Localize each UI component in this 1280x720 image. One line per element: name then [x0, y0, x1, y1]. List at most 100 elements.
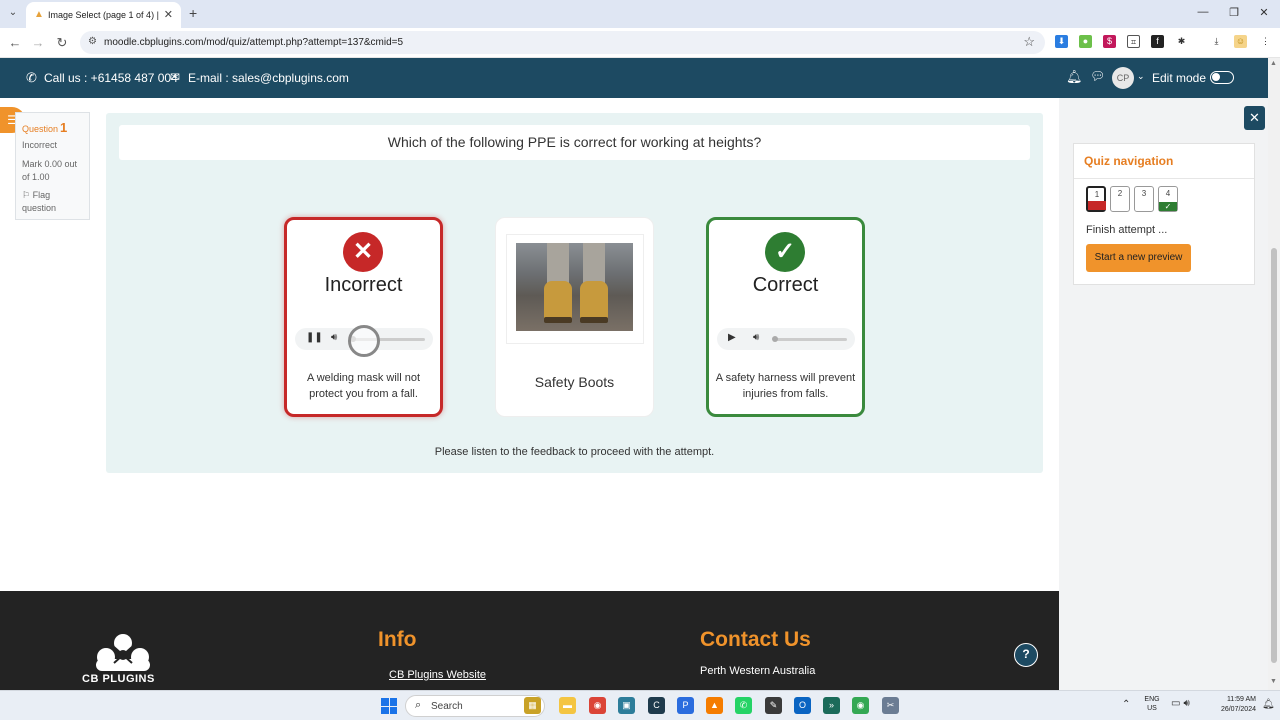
play-icon[interactable]: ▶ — [728, 332, 736, 343]
file-explorer-icon[interactable]: ▬ — [559, 697, 576, 714]
photo-frame — [506, 234, 644, 344]
answer-card-incorrect[interactable]: ✕ Incorrect ❚❚ 🔊︎ A welding mask will no… — [284, 217, 443, 417]
header-phone: Call us : +61458 487 004 — [44, 71, 178, 85]
quiz-nav-button-3[interactable]: 3 — [1134, 186, 1154, 212]
restore-icon[interactable]: ❐ — [1227, 6, 1241, 19]
chrome-alt-icon[interactable]: ◉ — [852, 697, 869, 714]
tab-list-chevron-icon[interactable]: ⌄ — [6, 7, 20, 21]
close-drawer-icon[interactable]: ✕ — [1244, 106, 1265, 130]
quiz-nav-number: 2 — [1117, 189, 1123, 198]
notes-app-icon[interactable]: ✎ — [765, 697, 782, 714]
help-question-icon[interactable]: ? — [1014, 643, 1038, 667]
audio-seek-handle[interactable] — [348, 325, 380, 357]
photo-leg-right — [583, 243, 605, 283]
terminal-icon[interactable]: » — [823, 697, 840, 714]
widget-icon[interactable]: ▦ — [524, 697, 541, 714]
footer-logo-text: CB PLUGINS — [82, 673, 155, 685]
chrome-icon[interactable]: ◉ — [589, 697, 606, 714]
header-email[interactable]: E-mail : sales@cbplugins.com — [188, 71, 349, 85]
messages-icon[interactable]: 💬︎ — [1090, 69, 1105, 83]
language-region: US — [1147, 705, 1157, 712]
snipping-tool-icon[interactable]: ✂ — [882, 697, 899, 714]
question-text-box: Which of the following PPE is correct fo… — [119, 125, 1030, 160]
p-app-icon[interactable]: P — [677, 697, 694, 714]
user-menu-chevron-icon[interactable]: ⌄ — [1137, 71, 1145, 82]
windows-start-icon[interactable] — [381, 698, 397, 714]
profile-icon[interactable]: ☺ — [1234, 35, 1247, 48]
footer-contact-title: Contact Us — [700, 628, 811, 651]
question-label: Question — [22, 124, 59, 134]
photo-boot-sole — [544, 317, 572, 323]
scroll-down-arrow-icon[interactable]: ▼ — [1270, 678, 1277, 685]
question-number: 1 — [60, 120, 68, 135]
edit-mode-toggle[interactable] — [1210, 71, 1234, 84]
volume-icon[interactable]: 🔊︎ — [331, 332, 337, 343]
downloads-icon[interactable]: ⤓ — [1210, 35, 1223, 48]
question-text: Which of the following PPE is correct fo… — [387, 134, 762, 150]
question-state: Incorrect — [22, 140, 58, 150]
notification-bell-icon[interactable]: 🔔︎ — [1066, 69, 1083, 85]
notifications-icon[interactable]: 🔔︎ — [1262, 699, 1275, 710]
windows-taskbar: ⌕ Search ▦ ▬ ◉ ▣ C P ▲ ✆ ✎ O » ◉ ✂ ⌃ ENG… — [0, 690, 1280, 720]
minimize-icon[interactable]: — — [1196, 6, 1210, 18]
window-close-icon[interactable]: ✕ — [1257, 6, 1271, 19]
back-arrow-icon[interactable]: ← — [7, 35, 23, 50]
incorrect-x-icon: ✕ — [343, 232, 383, 272]
quiz-nav-button-1[interactable]: 1 — [1086, 186, 1106, 212]
correct-check-icon: ✓ — [765, 232, 805, 272]
cb-plugins-logo-icon — [96, 634, 150, 671]
color-extension-icon[interactable]: ● — [1079, 35, 1092, 48]
volume-icon[interactable]: 🔊︎ — [753, 332, 759, 343]
whatsapp-icon[interactable]: ✆ — [735, 697, 752, 714]
font-extension-icon[interactable]: f — [1151, 35, 1164, 48]
answer-card-correct[interactable]: ✓ Correct ▶ 🔊︎ A safety harness will pre… — [706, 217, 865, 417]
correct-check-icon: ✓ — [1159, 202, 1177, 211]
store-icon[interactable]: ▣ — [618, 697, 635, 714]
answer-card-safety-boots[interactable]: Safety Boots — [495, 217, 654, 417]
address-bar[interactable]: ⚙ moodle.cbplugins.com/mod/quiz/attempt.… — [80, 31, 1045, 54]
system-clock[interactable]: 11:59 AM 26/07/2024 — [1204, 695, 1256, 715]
tab-close-icon[interactable]: ✕ — [164, 8, 173, 21]
browser-tab[interactable]: ▲ Image Select (page 1 of 4) | cb ✕ — [26, 2, 181, 28]
pause-icon[interactable]: ❚❚ — [306, 332, 323, 343]
new-tab-plus-icon[interactable]: + — [189, 5, 197, 21]
scroll-up-arrow-icon[interactable]: ▲ — [1270, 60, 1277, 67]
user-avatar[interactable]: CP — [1112, 67, 1134, 89]
divider — [1074, 178, 1254, 179]
footer-website-link[interactable]: CB Plugins Website — [389, 669, 486, 681]
finish-attempt-link[interactable]: Finish attempt ... — [1086, 224, 1167, 236]
audio-progress-track[interactable] — [772, 336, 847, 342]
quiz-nav-button-4[interactable]: 4 ✓ — [1158, 186, 1178, 212]
reload-icon[interactable]: ↻ — [54, 35, 70, 51]
question-info: Question 1 Incorrect Mark 0.00 out of 1.0… — [15, 112, 90, 220]
tray-overflow-chevron-icon[interactable]: ⌃ — [1122, 699, 1130, 710]
network-volume-icons[interactable]: ▭🔊︎ — [1171, 698, 1193, 709]
dollar-extension-icon[interactable]: $ — [1103, 35, 1116, 48]
footer-contact-location: Perth Western Australia — [700, 665, 816, 677]
audio-player[interactable]: ❚❚ 🔊︎ — [295, 325, 433, 357]
download-extension-icon[interactable]: ⬇ — [1055, 35, 1068, 48]
browser-menu-icon[interactable]: ⋮ — [1259, 35, 1272, 48]
start-new-preview-button[interactable]: Start a new preview — [1086, 244, 1191, 272]
page-scrollbar[interactable]: ▲ ▼ — [1268, 58, 1280, 690]
scroll-thumb[interactable] — [1271, 248, 1277, 663]
bookmark-star-icon[interactable]: ☆ — [1023, 34, 1035, 50]
vlc-icon[interactable]: ▲ — [706, 697, 723, 714]
card-feedback: A safety harness will prevent injuries f… — [715, 372, 856, 400]
flag-question-link[interactable]: ⚐ Flag question — [22, 189, 86, 215]
question-mark: Mark 0.00 out of 1.00 — [22, 159, 78, 182]
extensions-puzzle-icon[interactable]: ✱ — [1175, 35, 1188, 48]
site-header: ✆ Call us : +61458 487 004 ✉ E-mail : sa… — [0, 58, 1268, 98]
edit-mode-label: Edit mode — [1152, 71, 1207, 85]
forward-arrow-icon[interactable]: → — [30, 35, 46, 50]
language-indicator[interactable]: ENG US — [1141, 695, 1163, 713]
screenshot-extension-icon[interactable]: ⌗ — [1127, 35, 1140, 48]
outlook-icon[interactable]: O — [794, 697, 811, 714]
quiz-nav-button-2[interactable]: 2 — [1110, 186, 1130, 212]
quiz-navigation-title: Quiz navigation — [1084, 154, 1174, 168]
site-info-icon[interactable]: ⚙ — [88, 36, 97, 47]
audio-progress-dot[interactable] — [772, 336, 778, 342]
phone-icon: ✆ — [26, 70, 37, 85]
c-app-icon[interactable]: C — [648, 697, 665, 714]
audio-player[interactable]: ▶ 🔊︎ — [717, 328, 855, 350]
